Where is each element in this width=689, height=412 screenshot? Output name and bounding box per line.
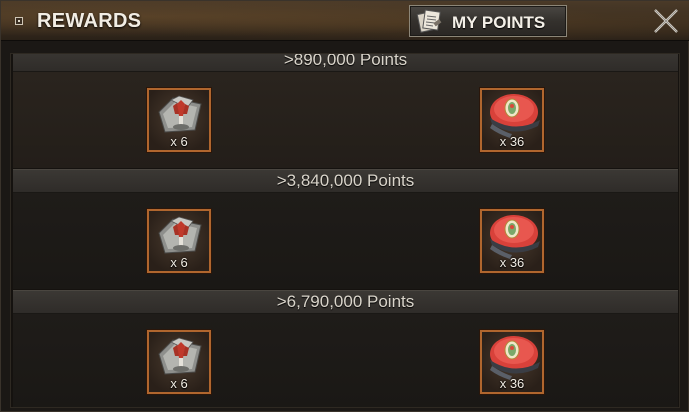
close-button[interactable] — [649, 5, 683, 37]
reward-item-medal[interactable]: x 6 — [147, 209, 211, 273]
tier-header: >890,000 Points — [13, 53, 678, 72]
tier-rewards: x 6 x 36 — [13, 193, 678, 289]
bullet-icon — [15, 17, 23, 25]
reward-quantity: x 6 — [170, 376, 188, 391]
red-beret-icon — [490, 215, 540, 259]
medal-badge-icon — [158, 216, 202, 254]
reward-quantity: x 6 — [170, 255, 188, 270]
window-header: REWARDS MY POINTS — [1, 1, 689, 41]
document-icon — [416, 9, 442, 33]
tier-threshold: >3,840,000 Points — [276, 171, 415, 190]
tier-header: >3,840,000 Points — [13, 169, 678, 193]
reward-item-beret[interactable]: x 36 — [480, 330, 544, 394]
tier-rewards: x 6 x 36 — [13, 314, 678, 407]
red-beret-icon — [490, 336, 540, 380]
tier-header: >6,790,000 Points — [13, 290, 678, 314]
reward-item-beret[interactable]: x 36 — [480, 209, 544, 273]
red-beret-icon — [490, 94, 540, 138]
reward-quantity: x 36 — [499, 376, 525, 391]
reward-item-medal[interactable]: x 6 — [147, 88, 211, 152]
reward-quantity: x 36 — [499, 255, 525, 270]
reward-item-medal[interactable]: x 6 — [147, 330, 211, 394]
rewards-window: REWARDS MY POINTS >890,000 Points x 6 x … — [0, 0, 689, 412]
reward-quantity: x 6 — [170, 134, 188, 149]
rewards-list[interactable]: >890,000 Points x 6 x 36 >3,840,000 Poin… — [10, 53, 680, 408]
medal-badge-icon — [158, 95, 202, 133]
reward-quantity: x 36 — [499, 134, 525, 149]
window-title: REWARDS — [37, 10, 142, 32]
my-points-button[interactable]: MY POINTS — [409, 5, 567, 37]
tier-rewards: x 6 x 36 — [13, 72, 678, 168]
reward-item-beret[interactable]: x 36 — [480, 88, 544, 152]
medal-badge-icon — [158, 337, 202, 375]
my-points-label: MY POINTS — [452, 13, 546, 32]
tier-threshold: >890,000 Points — [283, 53, 408, 69]
close-icon — [654, 9, 678, 33]
tier-threshold: >6,790,000 Points — [276, 292, 415, 311]
